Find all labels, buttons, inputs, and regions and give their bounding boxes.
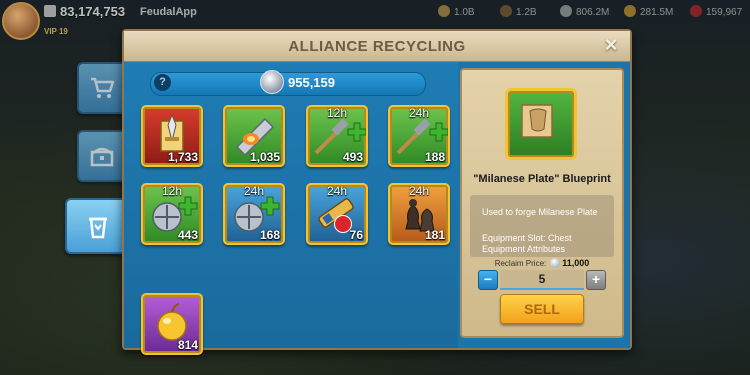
alliance-recycling-dialog: ALLIANCE RECYCLING × ? 955,159 1,733 1,0… bbox=[122, 29, 632, 355]
power-value: 83,174,753 bbox=[60, 4, 126, 19]
item-heal-12h[interactable]: 12h 443 bbox=[141, 183, 203, 245]
tab-chest[interactable] bbox=[77, 130, 127, 182]
decrease-button[interactable]: − bbox=[478, 270, 498, 290]
item-heal-24h[interactable]: 24h 168 bbox=[223, 183, 285, 245]
resource-value: 806.2M bbox=[576, 7, 610, 18]
resource-food[interactable]: 1.0B bbox=[438, 5, 475, 19]
item-quantity: 1,035 bbox=[249, 150, 280, 164]
item-timer: 24h bbox=[408, 106, 430, 120]
quantity-value[interactable]: 5 bbox=[500, 270, 584, 290]
item-quantity: 493 bbox=[342, 150, 363, 164]
description-line: Equipment Attributes bbox=[482, 244, 566, 254]
blueprint-icon bbox=[521, 104, 553, 138]
cart-icon bbox=[91, 77, 115, 98]
resource-wood[interactable]: 1.2B bbox=[500, 5, 537, 19]
power-icon bbox=[44, 5, 56, 17]
item-quantity: 76 bbox=[349, 228, 363, 242]
wood-icon bbox=[500, 5, 512, 17]
item-speedup-12h[interactable]: 12h 493 bbox=[306, 105, 368, 167]
gold-icon bbox=[624, 5, 636, 17]
item-quantity: 814 bbox=[177, 338, 198, 352]
item-quantity: 443 bbox=[177, 228, 198, 242]
reclaim-price: Reclaim Price: 11,000 bbox=[462, 258, 622, 268]
item-quantity: 168 bbox=[259, 228, 280, 242]
help-icon[interactable]: ? bbox=[154, 74, 171, 91]
dialog-body: ? 955,159 1,733 1,035 12h 493 24h 188 12… bbox=[124, 62, 630, 355]
silver-coin-icon bbox=[550, 258, 561, 268]
resource-stone[interactable]: 806.2M bbox=[560, 5, 609, 19]
item-quantity: 1,733 bbox=[167, 150, 198, 164]
item-timer: 12h bbox=[161, 184, 183, 198]
item-description: Used to forge Milanese Plate Equipment S… bbox=[470, 195, 614, 257]
gem-icon bbox=[690, 5, 702, 17]
quantity-stepper: − 5 + bbox=[478, 270, 606, 290]
chest-icon bbox=[90, 147, 114, 167]
item-timer: 24h bbox=[326, 184, 348, 198]
increase-button[interactable]: + bbox=[586, 270, 606, 290]
description-line: Used to forge Milanese Plate bbox=[482, 207, 598, 217]
item-quantity: 181 bbox=[424, 228, 445, 242]
item-timer: 24h bbox=[408, 184, 430, 198]
close-button[interactable]: × bbox=[600, 34, 622, 56]
resource-value: 1.0B bbox=[454, 7, 475, 18]
food-icon bbox=[438, 5, 450, 17]
reclaim-value: 11,000 bbox=[562, 258, 590, 268]
resource-gold[interactable]: 281.5M bbox=[624, 5, 673, 19]
item-telescope-24h[interactable]: 24h 76 bbox=[306, 183, 368, 245]
item-timer: 24h bbox=[243, 184, 265, 198]
sell-button[interactable]: SELL bbox=[500, 294, 584, 324]
avatar[interactable] bbox=[2, 2, 40, 40]
tab-shop[interactable] bbox=[77, 62, 127, 114]
item-feather-horn[interactable]: 1,035 bbox=[223, 105, 285, 167]
reclaim-label: Reclaim Price: bbox=[494, 259, 547, 268]
vip-badge[interactable]: VIP 19 bbox=[44, 27, 68, 36]
silver-balance: 955,159 bbox=[288, 75, 335, 90]
power-display: 83,174,753 bbox=[44, 4, 125, 19]
resource-value: 1.2B bbox=[516, 7, 537, 18]
resource-value: 159,967 bbox=[706, 7, 743, 18]
dialog-title: ALLIANCE RECYCLING bbox=[288, 38, 466, 55]
item-grid-panel: ? 955,159 1,733 1,035 12h 493 24h 188 12… bbox=[124, 62, 458, 355]
stone-icon bbox=[560, 5, 572, 17]
resource-gems[interactable]: 159,967 bbox=[690, 5, 742, 19]
item-timer: 12h bbox=[326, 106, 348, 120]
dialog-header: ALLIANCE RECYCLING × bbox=[124, 31, 630, 62]
player-name: FeudalApp bbox=[140, 6, 197, 18]
recycle-icon bbox=[89, 217, 107, 239]
item-red-rune[interactable]: 1,733 bbox=[141, 105, 203, 167]
item-quantity: 188 bbox=[424, 150, 445, 164]
top-hud: 83,174,753 FeudalApp VIP 19 1.0B 1.2B 80… bbox=[0, 0, 750, 40]
selected-item-icon bbox=[505, 88, 577, 160]
item-detail-panel: "Milanese Plate" Blueprint Used to forge… bbox=[460, 68, 624, 338]
item-chess-24h[interactable]: 24h 181 bbox=[388, 183, 450, 245]
silver-coin-icon bbox=[260, 70, 284, 94]
resource-value: 281.5M bbox=[640, 7, 674, 18]
description-line: Equipment Slot: Chest bbox=[482, 233, 572, 243]
selected-item-name: "Milanese Plate" Blueprint bbox=[473, 173, 611, 185]
item-golden-apple[interactable]: 814 bbox=[141, 293, 203, 355]
item-speedup-24h[interactable]: 24h 188 bbox=[388, 105, 450, 167]
